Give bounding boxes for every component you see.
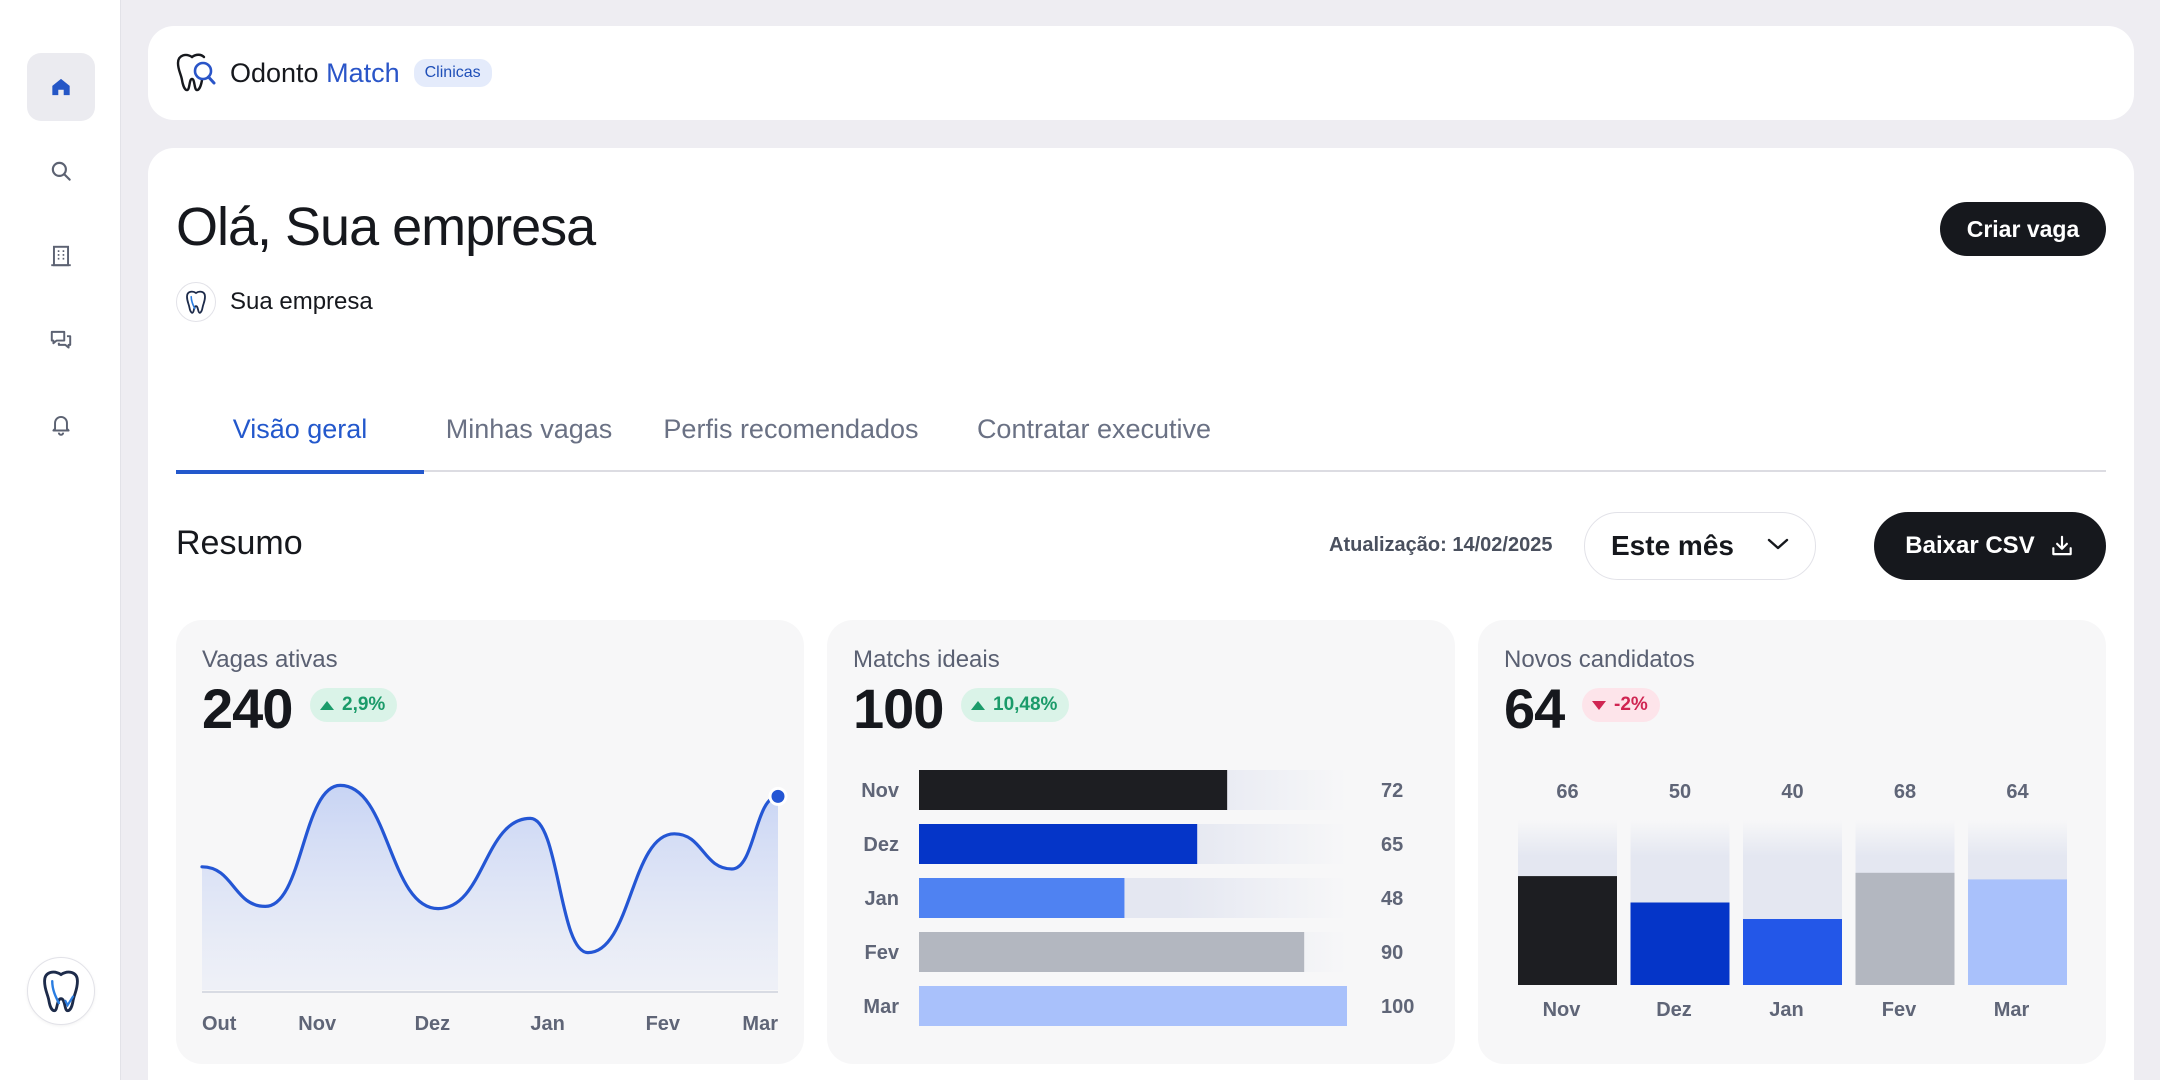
bar [1630, 902, 1730, 985]
data-label: 64 [2006, 781, 2029, 803]
nav-home-button[interactable] [27, 53, 95, 121]
stat-card-ideal-matches: Matchs ideais 100 10,48% Nov 72 Dez 65 Jan 48… [827, 620, 1455, 1064]
last-point [768, 786, 788, 806]
data-label: 68 [1894, 781, 1916, 803]
bar [1855, 872, 1955, 985]
company-avatar [176, 282, 216, 322]
bar [919, 932, 1305, 972]
nav-company-button[interactable] [27, 222, 95, 290]
data-label: 100 [1381, 996, 1414, 1018]
section-title: Resumo [176, 524, 303, 562]
bar [1743, 919, 1842, 985]
y-tick-label: Dez [863, 834, 899, 856]
data-label: 48 [1381, 888, 1403, 910]
search-icon [51, 161, 71, 181]
y-tick-label: Fev [865, 942, 900, 964]
brand-name-part2: Match [326, 57, 400, 88]
x-tick-label: Jan [530, 1013, 564, 1035]
bar [919, 986, 1347, 1026]
top-header: Odonto Match Clinicas [148, 26, 2134, 120]
data-label: 66 [1556, 781, 1578, 803]
tooth-icon [186, 290, 206, 314]
period-value: Este mês [1611, 530, 1734, 561]
x-tick-label: Nov [298, 1013, 337, 1035]
nav-search-button[interactable] [27, 137, 95, 205]
brand-badge: Clinicas [413, 59, 492, 87]
x-tick-label: Nov [1543, 999, 1582, 1021]
y-tick-label: Mar [863, 996, 899, 1018]
main-content: Olá, Sua empresa Sua empresa Criar vaga … [148, 148, 2134, 1080]
bar [1518, 876, 1617, 985]
x-tick-label: Out [202, 1013, 237, 1035]
stat-card-active-jobs: Vagas ativas 240 2,9% Out Nov Dez Jan Fev Mar [176, 620, 804, 1064]
data-label: 40 [1781, 781, 1803, 803]
x-tick-label: Mar [1994, 999, 2030, 1021]
stat-card-new-candidates: Novos candidatos 64 -2% 66 Nov 50 Dez 40 Jan 6… [1478, 620, 2106, 1064]
x-tick-label: Mar [742, 1013, 778, 1035]
tooth-search-logo-icon [176, 53, 216, 92]
y-tick-label: Nov [861, 780, 900, 802]
last-updated: Atualização: 14/02/2025 [1329, 534, 1553, 556]
building-icon [51, 245, 71, 267]
tooth-logo-icon [43, 970, 79, 1013]
x-tick-label: Jan [1769, 999, 1803, 1021]
nav-notifications-button[interactable] [27, 390, 95, 458]
horizontal-bar-chart: Nov 72 Dez 65 Jan 48 Fev 90 Mar 100 [861, 770, 1414, 1026]
create-job-button[interactable]: Criar vaga [1940, 202, 2106, 256]
x-tick-label: Fev [646, 1013, 681, 1035]
tab-hire-executive[interactable]: Contratar executive [948, 410, 1240, 472]
chevron-down-icon [1767, 538, 1789, 550]
bar [919, 770, 1228, 810]
period-select[interactable]: Este mês [1584, 512, 1816, 580]
bar [1968, 879, 2067, 985]
y-tick-label: Jan [865, 888, 899, 910]
vertical-bar-chart: 66 Nov 50 Dez 40 Jan 68 Fev 64 Mar [1518, 781, 2067, 1021]
download-icon [2051, 535, 2072, 556]
brand-name: Odonto Match [230, 58, 400, 89]
profile-logo-button[interactable] [27, 957, 95, 1025]
data-label: 90 [1381, 942, 1403, 964]
company-name: Sua empresa [230, 288, 373, 315]
tab-my-jobs[interactable]: Minhas vagas [424, 410, 634, 472]
brand[interactable]: Odonto Match Clinicas [174, 52, 492, 94]
chat-icon [50, 330, 72, 349]
home-icon [52, 78, 70, 96]
data-label: 72 [1381, 780, 1403, 802]
bell-icon [52, 415, 70, 436]
bar [919, 878, 1125, 918]
download-csv-label: Baixar CSV [1905, 532, 2035, 559]
x-tick-label: Fev [1882, 999, 1917, 1021]
company-info: Sua empresa [176, 282, 373, 322]
brand-name-part1: Odonto [230, 57, 319, 88]
sidebar [0, 0, 121, 1080]
x-tick-label: Dez [1656, 999, 1692, 1021]
line-chart: Out Nov Dez Jan Fev Mar [200, 783, 788, 1035]
x-tick-label: Dez [415, 1013, 451, 1035]
data-label: 50 [1669, 781, 1691, 803]
tab-overview[interactable]: Visão geral [176, 410, 424, 474]
download-csv-button[interactable]: Baixar CSV [1874, 512, 2106, 580]
tab-recommended-profiles[interactable]: Perfis recomendados [634, 410, 948, 472]
nav-messages-button[interactable] [27, 306, 95, 374]
bar [919, 824, 1198, 864]
tab-bar: Visão geral Minhas vagas Perfis recomend… [176, 410, 2106, 474]
data-label: 65 [1381, 834, 1403, 856]
page-title: Olá, Sua empresa [176, 197, 596, 257]
